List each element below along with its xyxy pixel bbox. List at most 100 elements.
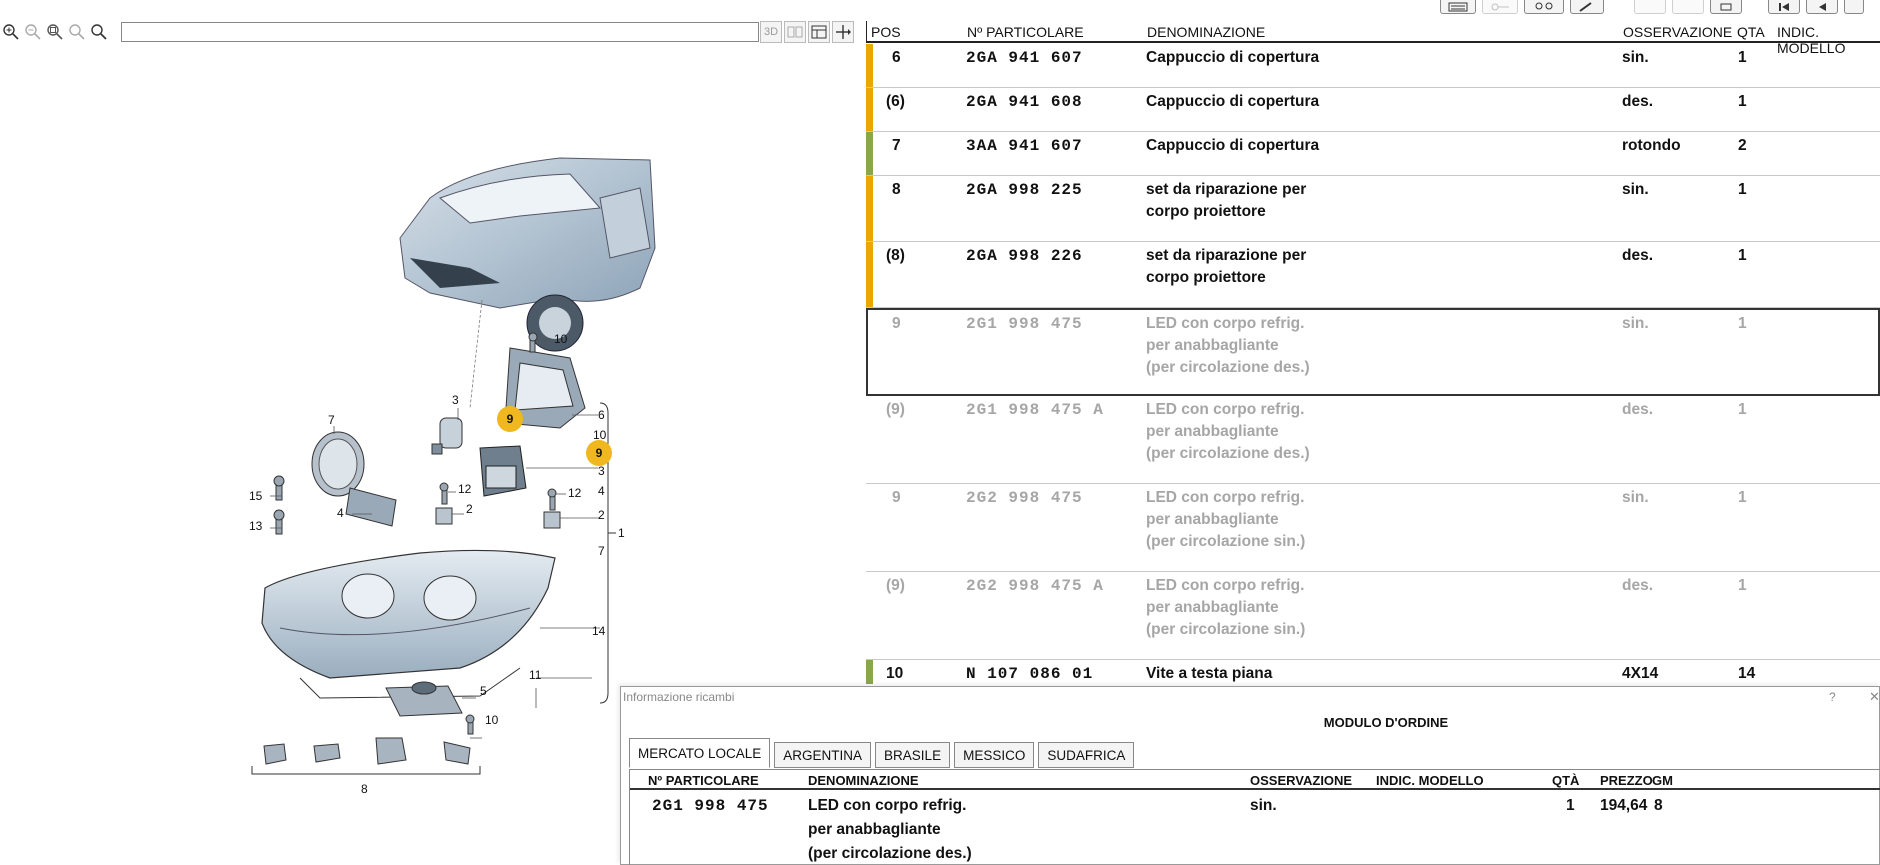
col-note[interactable]: OSSERVAZIONE [1623,24,1732,40]
users-icon-button[interactable] [1524,0,1564,14]
row-name-line2: corpo proiettore [1146,269,1266,286]
row-part: N 107 086 01 [966,665,1094,683]
callout-1[interactable]: 1 [618,526,625,540]
toolbar-spacer-2 [1748,0,1762,14]
callout-13[interactable]: 13 [249,519,262,533]
row-qty: 1 [1738,577,1747,594]
category-bar [866,44,873,87]
row-name-line1: LED con corpo refrig. [1146,401,1305,418]
row-qty: 1 [1738,489,1747,506]
table-row-selected[interactable]: 9 2G1 998 475 LED con corpo refrig. per … [866,308,1880,396]
row-part: 2GA 998 226 [966,247,1083,265]
tab-argentina[interactable]: ARGENTINA [774,742,872,768]
row-name-line3: (per circolazione des.) [1146,359,1310,376]
callout-2a[interactable]: 2 [466,502,473,516]
row-pos: 7 [892,137,901,154]
prev-page-icon-button[interactable] [1806,0,1838,14]
order-form-heading: MODULO D'ORDINE [1323,715,1449,730]
callout-3a[interactable]: 3 [452,393,459,407]
tab-brazil[interactable]: BRASILE [875,742,951,768]
table-row[interactable]: 8 2GA 998 225 set da riparazione per cor… [866,176,1880,242]
table-view-icon[interactable] [808,21,830,43]
search-input[interactable] [121,22,759,42]
table-row[interactable]: (6) 2GA 941 608 Cappuccio di copertura d… [866,88,1880,132]
table-row[interactable]: (9) 2G2 998 475 A LED con corpo refrig. … [866,572,1880,660]
callout-7b[interactable]: 7 [598,544,605,558]
category-bar [866,660,873,684]
callout-10a[interactable]: 10 [554,332,567,346]
list-icon-button[interactable] [1440,0,1476,14]
col-part-no[interactable]: Nº PARTICOLARE [967,24,1084,40]
3d-view-button[interactable]: 3D [760,21,782,43]
table-row[interactable]: (8) 2GA 998 226 set da riparazione per c… [866,242,1880,308]
callout-15[interactable]: 15 [249,489,262,503]
split-view-icon[interactable] [832,21,854,43]
kit-8 [263,737,471,765]
callout-9-highlighted-a[interactable]: 9 [497,406,523,432]
callout-4b[interactable]: 4 [598,484,605,498]
zoom-in-icon[interactable] [0,21,22,43]
callout-11[interactable]: 11 [529,668,541,682]
row-qty: 1 [1738,181,1747,198]
callout-14[interactable]: 14 [592,624,605,638]
order-table-header: Nº PARTICOLARE DENOMINAZIONE OSSERVAZION… [630,770,1880,790]
back-icon-button[interactable] [1844,0,1864,14]
tab-south-africa[interactable]: SUDAFRICA [1038,742,1135,768]
row-name-line1: LED con corpo refrig. [1146,315,1305,332]
callout-10c[interactable]: 10 [485,713,498,727]
first-page-icon-button[interactable] [1768,0,1800,14]
home-icon-button[interactable] [1672,0,1704,14]
col-pos[interactable]: POS [871,24,901,40]
category-bar [866,88,873,131]
callout-9-highlighted-b[interactable]: 9 [586,440,612,466]
row-name-line2: per anabbagliante [1146,599,1279,616]
row-part: 2G2 998 475 [966,489,1083,507]
row-qty: 1 [1738,93,1747,110]
callout-12a[interactable]: 12 [458,482,471,496]
callout-12b[interactable]: 12 [568,486,581,500]
zoom-out-icon[interactable] [22,21,44,43]
help-icon[interactable]: ? [1829,690,1836,704]
row-name-line3: (per circolazione sin.) [1146,621,1306,638]
callout-2b[interactable]: 2 [598,508,605,522]
row-part: 2G1 998 475 [966,315,1083,333]
popup-title: Informazione ricambi [623,690,735,704]
callout-8[interactable]: 8 [361,782,368,796]
table-row[interactable]: 6 2GA 941 607 Cappuccio di copertura sin… [866,44,1880,88]
ord-col-model: INDIC. MODELLO [1376,773,1484,788]
cart-icon-button[interactable] [1710,0,1742,14]
document-icon-button[interactable] [1634,0,1666,14]
parts-table-header: POS Nº PARTICOLARE DENOMINAZIONE OSSERVA… [866,21,1880,56]
close-icon[interactable]: ✕ [1869,689,1880,705]
row-name: Cappuccio di copertura [1146,49,1320,66]
zoom-reset-icon[interactable] [66,21,88,43]
callout-6[interactable]: 6 [598,408,605,422]
led-module-9 [479,445,527,497]
search-icon[interactable] [88,21,110,43]
callout-3b[interactable]: 3 [598,464,605,478]
col-qty[interactable]: QTA [1737,24,1765,40]
callout-4a[interactable]: 4 [337,506,344,520]
table-row[interactable]: (9) 2G1 998 475 A LED con corpo refrig. … [866,396,1880,484]
ord-col-part-no: Nº PARTICOLARE [648,773,759,788]
row-pos: 9 [892,489,901,506]
ord-name-line3: (per circolazione des.) [808,845,972,862]
table-row[interactable]: 7 3AA 941 607 Cappuccio di copertura rot… [866,132,1880,176]
callout-5[interactable]: 5 [480,684,487,698]
edit-icon-button[interactable] [1570,0,1604,14]
col-name[interactable]: DENOMINAZIONE [1147,24,1265,40]
zoom-fit-icon[interactable] [44,21,66,43]
table-row[interactable]: 10 N 107 086 01 Vite a testa piana 4X14 … [866,660,1880,684]
key-icon-button[interactable] [1482,0,1518,14]
viewer-toolbar: 3D [0,21,866,43]
row-pos: 9 [892,315,901,332]
table-row[interactable]: 9 2G2 998 475 LED con corpo refrig. per … [866,484,1880,572]
row-qty: 2 [1738,137,1747,154]
row-pos: (8) [886,247,905,264]
tab-mexico[interactable]: MESSICO [954,742,1035,768]
tab-local-market[interactable]: MERCATO LOCALE [629,738,771,768]
callout-7a[interactable]: 7 [328,413,335,427]
layout-toggle-icon[interactable] [784,21,806,43]
clip-2a [435,507,453,525]
